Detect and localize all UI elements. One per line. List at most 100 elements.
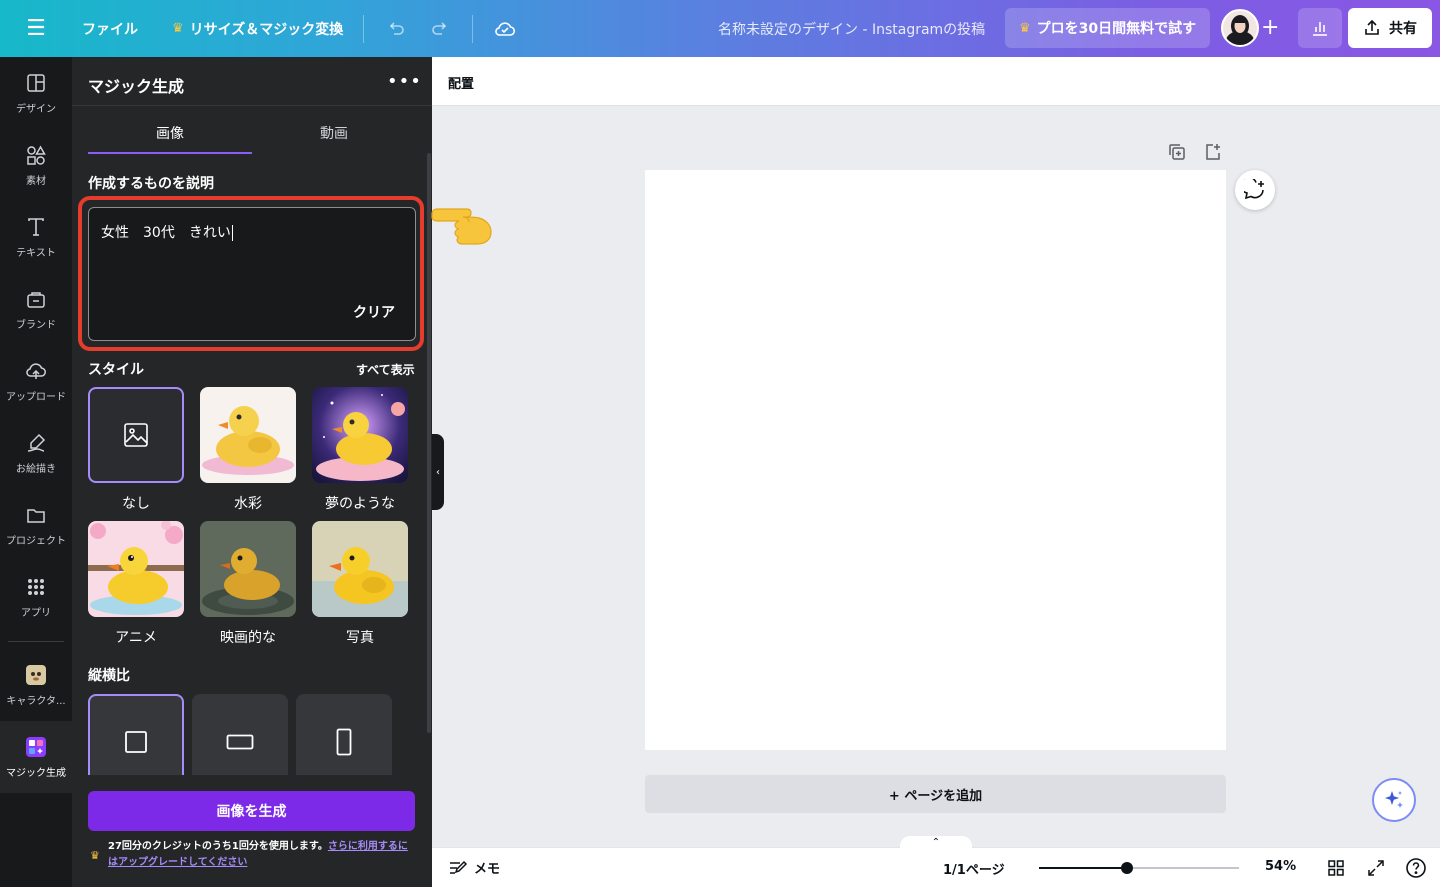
nav-apps[interactable]: アプリ (0, 565, 72, 629)
grid-view-icon[interactable] (1324, 856, 1348, 880)
pointing-hand-icon (431, 208, 492, 245)
share-label: 共有 (1389, 21, 1417, 37)
tab-image[interactable]: 画像 (88, 123, 252, 143)
dreamy-duck-thumbnail (312, 387, 408, 483)
design-page[interactable] (645, 170, 1226, 750)
resize-label: リサイズ＆マジック変換 (189, 21, 344, 38)
style-cinematic-card[interactable] (200, 521, 296, 617)
describe-label: 作成するものを説明 (88, 176, 214, 192)
fullscreen-icon[interactable] (1364, 856, 1388, 880)
style-label: スタイル (88, 362, 144, 378)
nav-magic-media[interactable]: マジック生成 (0, 725, 72, 789)
panel-divider (72, 105, 432, 106)
generate-image-button[interactable]: 画像を生成 (88, 791, 415, 831)
style-watercolor-card[interactable] (200, 387, 296, 483)
duplicate-page-icon[interactable] (1167, 142, 1187, 162)
folder-icon (27, 508, 45, 523)
nav-label: キャラクタ... (6, 695, 66, 707)
nav-draw[interactable]: お絵描き (0, 421, 72, 485)
apps-grid-icon (28, 578, 44, 595)
square-ratio-icon (125, 731, 147, 753)
see-all-link[interactable]: すべて表示 (356, 361, 415, 378)
more-options-icon[interactable]: ••• (387, 71, 422, 92)
credit-text: 27回分のクレジットのうち1回分を使用します。 (108, 841, 328, 852)
anime-duck-thumbnail (88, 521, 184, 617)
nav-elements[interactable]: 素材 (0, 133, 72, 197)
cloud-upload-icon (26, 362, 46, 379)
nav-label: テキスト (16, 247, 56, 259)
redo-icon[interactable] (418, 9, 462, 49)
active-tab-indicator (88, 152, 252, 154)
help-icon[interactable] (1404, 856, 1428, 880)
bottom-bar: ⌃ メモ 1/1ページ 54% (432, 836, 1440, 887)
cloud-saved-icon[interactable] (483, 9, 527, 49)
nav-label: アプリ (21, 607, 51, 619)
photo-duck-thumbnail (312, 521, 408, 617)
position-button[interactable]: 配置 (448, 73, 474, 92)
aspect-ratio-label: 縦横比 (88, 668, 130, 684)
style-watercolor-label: 水彩 (234, 496, 262, 512)
notes-button[interactable]: メモ (448, 858, 500, 877)
style-none-card[interactable] (88, 387, 184, 483)
collapse-panel-handle[interactable]: ‹ (432, 434, 444, 510)
crown-icon: ♛ (172, 21, 184, 36)
nav-brand[interactable]: ブランド (0, 277, 72, 341)
side-nav: デザイン 素材 テキスト ブランド アップロード お絵描き プロジェクト アプリ… (0, 57, 72, 887)
style-cinematic-label: 映画的な (220, 630, 276, 646)
magic-media-icon (26, 736, 46, 757)
nav-label: お絵描き (16, 463, 56, 475)
style-dreamy-card[interactable] (312, 387, 408, 483)
style-anime-card[interactable] (88, 521, 184, 617)
character-app-icon (26, 664, 46, 685)
share-button[interactable]: 共有 (1348, 8, 1432, 48)
cinematic-duck-thumbnail (200, 521, 296, 617)
top-bar: ☰ ファイル ♛ リサイズ＆マジック変換 名称未設定のデザイン - Instag… (0, 0, 1440, 57)
image-placeholder-icon (124, 423, 148, 447)
expand-pages-handle[interactable]: ⌃ (900, 836, 972, 850)
style-photo-label: 写真 (346, 630, 374, 646)
zoom-slider-handle[interactable] (1121, 862, 1133, 874)
nav-text[interactable]: テキスト (0, 205, 72, 269)
style-none-label: なし (122, 496, 150, 512)
nav-character-app[interactable]: キャラクタ... (0, 653, 72, 717)
notes-label: メモ (474, 862, 501, 877)
magic-media-panel: マジック生成 ••• 画像 動画 作成するものを説明 女性 30代 きれい クリ… (72, 57, 432, 887)
magic-assistant-button[interactable] (1372, 778, 1416, 822)
add-comment-button[interactable] (1235, 170, 1275, 210)
shapes-icon (27, 144, 46, 165)
nav-projects[interactable]: プロジェクト (0, 493, 72, 557)
annotation-highlight-box (78, 196, 424, 351)
nav-label: プロジェクト (6, 535, 66, 547)
style-anime-label: アニメ (115, 630, 157, 646)
brand-icon (27, 291, 45, 308)
add-page-button[interactable]: + ページを追加 (645, 775, 1226, 813)
zoom-slider[interactable] (1039, 862, 1239, 874)
add-page-icon[interactable] (1203, 142, 1223, 162)
style-photo-card[interactable] (312, 521, 408, 617)
pro-trial-button[interactable]: ♛ プロを30日間無料で試す (1005, 8, 1211, 48)
resize-button[interactable]: ♛ リサイズ＆マジック変換 (162, 9, 353, 49)
landscape-ratio-icon (226, 734, 254, 750)
analytics-icon[interactable] (1298, 8, 1342, 48)
nav-label: アップロード (6, 391, 66, 403)
file-menu-button[interactable]: ファイル (72, 9, 148, 49)
avatar[interactable] (1221, 9, 1259, 47)
nav-upload[interactable]: アップロード (0, 349, 72, 413)
page-indicator[interactable]: 1/1ページ (943, 859, 1005, 878)
portrait-ratio-icon (336, 728, 352, 756)
tab-video[interactable]: 動画 (252, 123, 416, 143)
nav-design[interactable]: デザイン (0, 61, 72, 125)
nav-label: マジック生成 (6, 767, 66, 779)
panel-title: マジック生成 (88, 77, 185, 96)
document-title[interactable]: 名称未設定のデザイン - Instagramの投稿 (718, 19, 985, 39)
zoom-level[interactable]: 54% (1265, 859, 1296, 874)
toolbar-divider (472, 14, 474, 43)
share-icon (1365, 19, 1379, 35)
notes-icon (450, 860, 468, 874)
nav-label: ブランド (16, 319, 56, 331)
nav-divider (8, 641, 64, 642)
undo-icon[interactable] (374, 9, 418, 49)
menu-icon[interactable]: ☰ (0, 0, 72, 57)
add-collaborator-icon[interactable]: + (1261, 17, 1279, 39)
pro-trial-label: プロを30日間無料で試す (1036, 21, 1197, 37)
